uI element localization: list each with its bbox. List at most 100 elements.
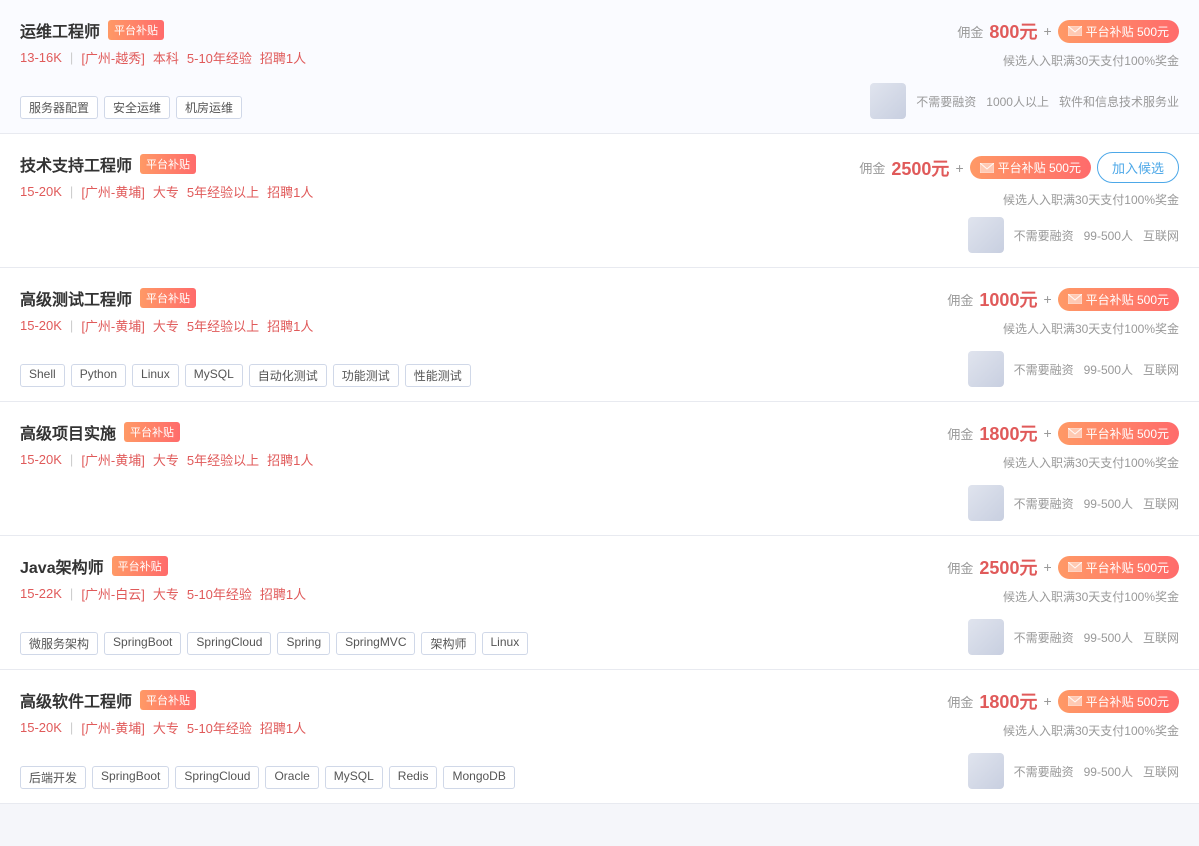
job-left: 运维工程师 平台补贴 13-16K | [广州-越秀] 本科 5-10年经验 招… bbox=[20, 18, 306, 77]
experience: 5-10年经验 bbox=[187, 48, 252, 67]
job-item-job1[interactable]: 运维工程师 平台补贴 13-16K | [广州-越秀] 本科 5-10年经验 招… bbox=[0, 0, 1199, 134]
company-tag: 不需要融资 bbox=[1014, 763, 1074, 780]
company-tag: 软件和信息技术服务业 bbox=[1059, 93, 1179, 110]
join-candidate-button[interactable]: 加入候选 bbox=[1097, 152, 1179, 183]
salary: 15-22K bbox=[20, 586, 62, 601]
body-left: 服务器配置安全运维机房运维 bbox=[20, 96, 242, 119]
experience: 5年经验以上 bbox=[187, 182, 259, 201]
reward-label: 佣金 bbox=[947, 290, 973, 309]
company-logo bbox=[968, 351, 1004, 387]
tag: Spring bbox=[277, 632, 330, 655]
job-title: 高级项目实施 bbox=[20, 420, 116, 444]
company-tag: 1000人以上 bbox=[986, 93, 1049, 110]
job-title: 高级测试工程师 bbox=[20, 286, 132, 310]
education: 大专 bbox=[153, 718, 179, 737]
reward-amount: 2500元 bbox=[891, 155, 949, 181]
envelope-icon bbox=[1068, 562, 1082, 572]
reward-label: 佣金 bbox=[947, 558, 973, 577]
envelope-icon bbox=[1068, 26, 1082, 36]
job-left: 高级测试工程师 平台补贴 15-20K | [广州-黄埔] 大专 5年经验以上 … bbox=[20, 286, 313, 345]
job-item-job4[interactable]: 高级项目实施 平台补贴 15-20K | [广州-黄埔] 大专 5年经验以上 招… bbox=[0, 402, 1199, 536]
headcount: 招聘1人 bbox=[267, 316, 313, 335]
company-tag: 互联网 bbox=[1143, 495, 1179, 512]
envelope-icon bbox=[980, 163, 994, 173]
body-right: 不需要融资99-500人互联网 bbox=[839, 619, 1179, 655]
company-tag: 互联网 bbox=[1143, 763, 1179, 780]
tag: 安全运维 bbox=[104, 96, 170, 119]
reward-label: 佣金 bbox=[859, 158, 885, 177]
education: 大专 bbox=[153, 316, 179, 335]
job-title: 技术支持工程师 bbox=[20, 152, 132, 176]
job-title: 运维工程师 bbox=[20, 18, 100, 42]
reward-amount: 1800元 bbox=[979, 688, 1037, 714]
reward-plus: + bbox=[1043, 425, 1051, 441]
platform-reward-badge: 平台补贴 500元 bbox=[970, 156, 1091, 179]
job-item-job2[interactable]: 技术支持工程师 平台补贴 15-20K | [广州-黄埔] 大专 5年经验以上 … bbox=[0, 134, 1199, 268]
bonus-desc: 候选人入职满30天支付100%奖金 bbox=[1003, 320, 1179, 337]
tag: Oracle bbox=[265, 766, 318, 789]
reward-row: 佣金 1800元 + 平台补贴 500元 bbox=[947, 688, 1179, 714]
tag: Linux bbox=[482, 632, 529, 655]
tags-row: 后端开发SpringBootSpringCloudOracleMySQLRedi… bbox=[20, 766, 515, 789]
tag: 服务器配置 bbox=[20, 96, 98, 119]
job-item-job5[interactable]: Java架构师 平台补贴 15-22K | [广州-白云] 大专 5-10年经验… bbox=[0, 536, 1199, 670]
reward-label: 佣金 bbox=[947, 692, 973, 711]
location: [广州-白云] bbox=[81, 584, 145, 603]
job-left: 技术支持工程师 平台补贴 15-20K | [广州-黄埔] 大专 5年经验以上 … bbox=[20, 152, 313, 211]
job-item-job6[interactable]: 高级软件工程师 平台补贴 15-20K | [广州-黄埔] 大专 5-10年经验… bbox=[0, 670, 1199, 804]
bonus-desc: 候选人入职满30天支付100%奖金 bbox=[1003, 722, 1179, 739]
job-list: 运维工程师 平台补贴 13-16K | [广州-越秀] 本科 5-10年经验 招… bbox=[0, 0, 1199, 804]
bonus-desc: 候选人入职满30天支付100%奖金 bbox=[1003, 588, 1179, 605]
envelope-icon bbox=[1068, 696, 1082, 706]
body-right: 不需要融资1000人以上软件和信息技术服务业 bbox=[839, 83, 1179, 119]
company-tag: 99-500人 bbox=[1084, 361, 1133, 378]
education: 大专 bbox=[153, 450, 179, 469]
job-header: 高级软件工程师 平台补贴 15-20K | [广州-黄埔] 大专 5-10年经验… bbox=[20, 688, 1179, 747]
right-section: 佣金 2500元 + 平台补贴 500元 加入候选 候选人入职满30天支付10 bbox=[839, 152, 1179, 208]
job-body: 微服务架构SpringBootSpringCloudSpringSpringMV… bbox=[20, 619, 1179, 655]
envelope-icon bbox=[1068, 294, 1082, 304]
tags-row: 微服务架构SpringBootSpringCloudSpringSpringMV… bbox=[20, 632, 528, 655]
right-section: 佣金 1000元 + 平台补贴 500元 候选人入职满30天支付100%奖金 bbox=[839, 286, 1179, 337]
envelope-icon bbox=[1068, 428, 1082, 438]
location: [广州-黄埔] bbox=[81, 718, 145, 737]
reward-plus: + bbox=[1043, 559, 1051, 575]
job-title-row: 高级项目实施 平台补贴 bbox=[20, 420, 313, 444]
headcount: 招聘1人 bbox=[260, 48, 306, 67]
bonus-desc: 候选人入职满30天支付100%奖金 bbox=[1003, 454, 1179, 471]
job-title-row: 高级软件工程师 平台补贴 bbox=[20, 688, 306, 712]
reward-plus: + bbox=[955, 160, 963, 176]
reward-row: 佣金 800元 + 平台补贴 500元 bbox=[957, 18, 1179, 44]
education: 大专 bbox=[153, 584, 179, 603]
company-tag: 不需要融资 bbox=[1014, 629, 1074, 646]
company-logo bbox=[968, 485, 1004, 521]
bonus-desc: 候选人入职满30天支付100%奖金 bbox=[1003, 52, 1179, 69]
reward-amount: 2500元 bbox=[979, 554, 1037, 580]
company-tag: 不需要融资 bbox=[1014, 495, 1074, 512]
location: [广州-黄埔] bbox=[81, 316, 145, 335]
reward-amount: 1000元 bbox=[979, 286, 1037, 312]
right-section: 佣金 800元 + 平台补贴 500元 候选人入职满30天支付100%奖金 bbox=[839, 18, 1179, 69]
right-section: 佣金 1800元 + 平台补贴 500元 候选人入职满30天支付100%奖金 bbox=[839, 688, 1179, 739]
platform-badge: 平台补贴 bbox=[112, 556, 168, 576]
tag: 架构师 bbox=[421, 632, 475, 655]
salary: 15-20K bbox=[20, 184, 62, 199]
company-tag: 99-500人 bbox=[1084, 495, 1133, 512]
job-meta: 15-20K | [广州-黄埔] 大专 5年经验以上 招聘1人 bbox=[20, 316, 313, 335]
job-header: 运维工程师 平台补贴 13-16K | [广州-越秀] 本科 5-10年经验 招… bbox=[20, 18, 1179, 77]
location: [广州-黄埔] bbox=[81, 182, 145, 201]
job-item-job3[interactable]: 高级测试工程师 平台补贴 15-20K | [广州-黄埔] 大专 5年经验以上 … bbox=[0, 268, 1199, 402]
body-right: 不需要融资 99-500人互联网 bbox=[839, 485, 1179, 521]
job-title-row: 技术支持工程师 平台补贴 bbox=[20, 152, 313, 176]
job-meta: 13-16K | [广州-越秀] 本科 5-10年经验 招聘1人 bbox=[20, 48, 306, 67]
reward-plus: + bbox=[1043, 291, 1051, 307]
tag: 后端开发 bbox=[20, 766, 86, 789]
tags-row: 服务器配置安全运维机房运维 bbox=[20, 96, 242, 119]
salary: 15-20K bbox=[20, 318, 62, 333]
job-title-row: Java架构师 平台补贴 bbox=[20, 554, 306, 578]
job-header: 技术支持工程师 平台补贴 15-20K | [广州-黄埔] 大专 5年经验以上 … bbox=[20, 152, 1179, 211]
tag: SpringCloud bbox=[187, 632, 271, 655]
platform-reward-badge: 平台补贴 500元 bbox=[1058, 422, 1179, 445]
company-logo bbox=[870, 83, 906, 119]
headcount: 招聘1人 bbox=[267, 450, 313, 469]
